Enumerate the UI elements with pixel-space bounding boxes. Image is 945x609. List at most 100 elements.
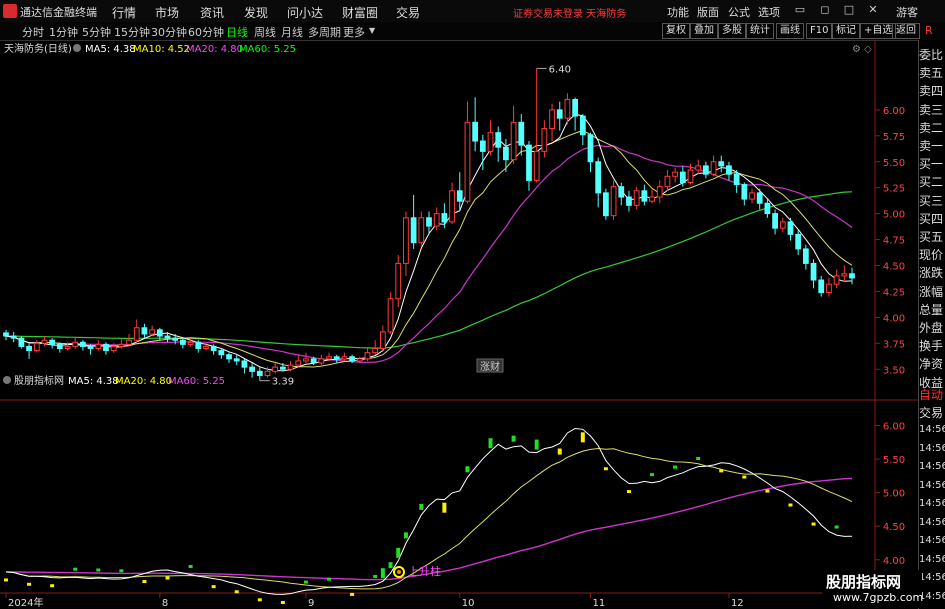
- tab-60min[interactable]: 60分钟: [188, 24, 224, 40]
- price-tick-label: 4.75: [883, 236, 905, 247]
- main-ma10-label: MA10: 4.52: [133, 44, 190, 55]
- quote-field-label: 外盘: [919, 321, 944, 335]
- statistics-button[interactable]: 统计: [746, 23, 774, 39]
- chevron-down-icon[interactable]: ▼: [369, 26, 375, 35]
- overlay-button[interactable]: 叠加: [690, 23, 718, 39]
- candle: [656, 180, 663, 204]
- signal-dot-icon: [397, 570, 401, 574]
- signal-label: 上升柱: [408, 564, 441, 578]
- f10-button[interactable]: F10: [806, 23, 833, 39]
- candle: [249, 363, 255, 378]
- draw-line-button[interactable]: 画线: [776, 23, 804, 39]
- candle: [487, 120, 494, 156]
- candle: [610, 180, 617, 220]
- date-tick-label: 10: [462, 598, 475, 609]
- signal-bar: [73, 567, 78, 571]
- settings-icon[interactable]: [73, 44, 81, 52]
- candle: [779, 217, 786, 233]
- ma5-line: [5, 113, 853, 372]
- tab-weekly[interactable]: 周线: [254, 24, 276, 40]
- signal-bar: [488, 438, 493, 449]
- price-tick-label: 3.50: [883, 365, 905, 376]
- maximize-icon[interactable]: □: [842, 3, 856, 17]
- tab-15min[interactable]: 15分钟: [114, 24, 150, 40]
- signal-bar: [626, 490, 631, 494]
- menu-ask[interactable]: 问小达: [287, 4, 323, 21]
- menu-market[interactable]: 市场: [155, 4, 179, 21]
- tab-auto[interactable]: 自动: [919, 386, 945, 403]
- candle: [18, 336, 25, 349]
- menu-layout[interactable]: 版面: [697, 4, 719, 20]
- candle: [26, 342, 32, 359]
- tab-trade[interactable]: 交易: [919, 404, 945, 421]
- tick-time: 14:56: [919, 572, 945, 583]
- collapse-icon[interactable]: ◇: [864, 44, 872, 55]
- candle: [272, 363, 279, 374]
- multi-stock-button[interactable]: 多股: [718, 23, 746, 39]
- signal-bar: [27, 582, 32, 586]
- candle: [41, 336, 48, 347]
- signal-bar: [765, 489, 770, 493]
- signal-bar: [380, 568, 385, 579]
- candle: [295, 354, 302, 368]
- candle: [456, 172, 463, 210]
- tab-multi-period[interactable]: 多周期: [308, 24, 341, 40]
- tick-time: 14:56: [919, 516, 945, 528]
- price-tick-label: 4.25: [883, 287, 905, 298]
- guest-label[interactable]: 游客: [896, 4, 918, 20]
- quote-field-label: 卖五: [919, 66, 944, 81]
- tab-more[interactable]: 更多: [343, 24, 365, 40]
- tab-timeshare[interactable]: 分时: [22, 24, 44, 40]
- candle: [10, 331, 17, 343]
- candle: [80, 340, 86, 351]
- quote-field-label: 现价: [919, 248, 944, 263]
- add-watchlist-button[interactable]: +自选: [860, 23, 897, 39]
- signal-bar: [557, 448, 562, 455]
- menu-discover[interactable]: 发现: [244, 4, 268, 21]
- sub-ma60-label: MA60: 5.25: [168, 376, 225, 387]
- title-bar: 通达信金融终端 行情 市场 资讯 发现 问小达 财富圈 交易 证券交易未登录 天…: [0, 0, 945, 23]
- indicator-tick-label: 4.00: [883, 556, 905, 567]
- quote-field-label: 卖一: [919, 139, 944, 153]
- quote-field-label: 委比: [919, 48, 944, 62]
- restore-icon[interactable]: ◻: [818, 3, 832, 17]
- chart-area[interactable]: 天海防务(日线) MA5: 4.38 MA10: 4.52 MA20: 4.80…: [0, 40, 918, 609]
- tab-daily[interactable]: 日线: [226, 24, 248, 40]
- candle: [395, 255, 402, 307]
- candle: [180, 338, 186, 349]
- moving-average-lines: [5, 113, 853, 372]
- tab-1min[interactable]: 1分钟: [49, 24, 78, 40]
- signal-bar: [350, 592, 355, 596]
- menu-market-quotes[interactable]: 行情: [112, 4, 136, 21]
- sub-settings-icon[interactable]: [3, 376, 11, 384]
- trade-notice[interactable]: 证券交易未登录 天海防务: [513, 5, 626, 20]
- tab-monthly[interactable]: 月线: [281, 24, 303, 40]
- candle: [433, 207, 440, 231]
- tab-5min[interactable]: 5分钟: [82, 24, 111, 40]
- candle: [572, 97, 579, 131]
- mark-button[interactable]: 标记: [832, 23, 860, 39]
- signal-bar: [534, 439, 539, 450]
- menu-options[interactable]: 选项: [758, 4, 780, 20]
- signal-bar: [580, 432, 585, 443]
- candle: [103, 342, 109, 355]
- quote-field-label: 买四: [919, 211, 944, 226]
- candle: [741, 182, 748, 206]
- menu-wealth-circle[interactable]: 财富圈: [342, 4, 378, 21]
- back-button[interactable]: 返回: [892, 23, 920, 39]
- tab-30min[interactable]: 30分钟: [151, 24, 187, 40]
- menu-news[interactable]: 资讯: [200, 4, 224, 21]
- candle: [33, 340, 40, 353]
- menu-function[interactable]: 功能: [667, 4, 689, 20]
- date-tick-label: 8: [162, 598, 168, 609]
- close-icon[interactable]: ✕: [866, 3, 880, 17]
- minimize-icon[interactable]: ▭: [793, 3, 807, 17]
- menu-formula[interactable]: 公式: [728, 4, 750, 20]
- news-badge[interactable]: 涨财: [476, 358, 504, 373]
- signal-bar: [211, 585, 216, 589]
- tick-time: 14:56: [919, 461, 945, 472]
- menu-trade[interactable]: 交易: [396, 4, 420, 21]
- adjust-button[interactable]: 复权: [662, 23, 690, 39]
- zoom-icon[interactable]: ⚙: [852, 44, 861, 55]
- candle: [849, 267, 855, 285]
